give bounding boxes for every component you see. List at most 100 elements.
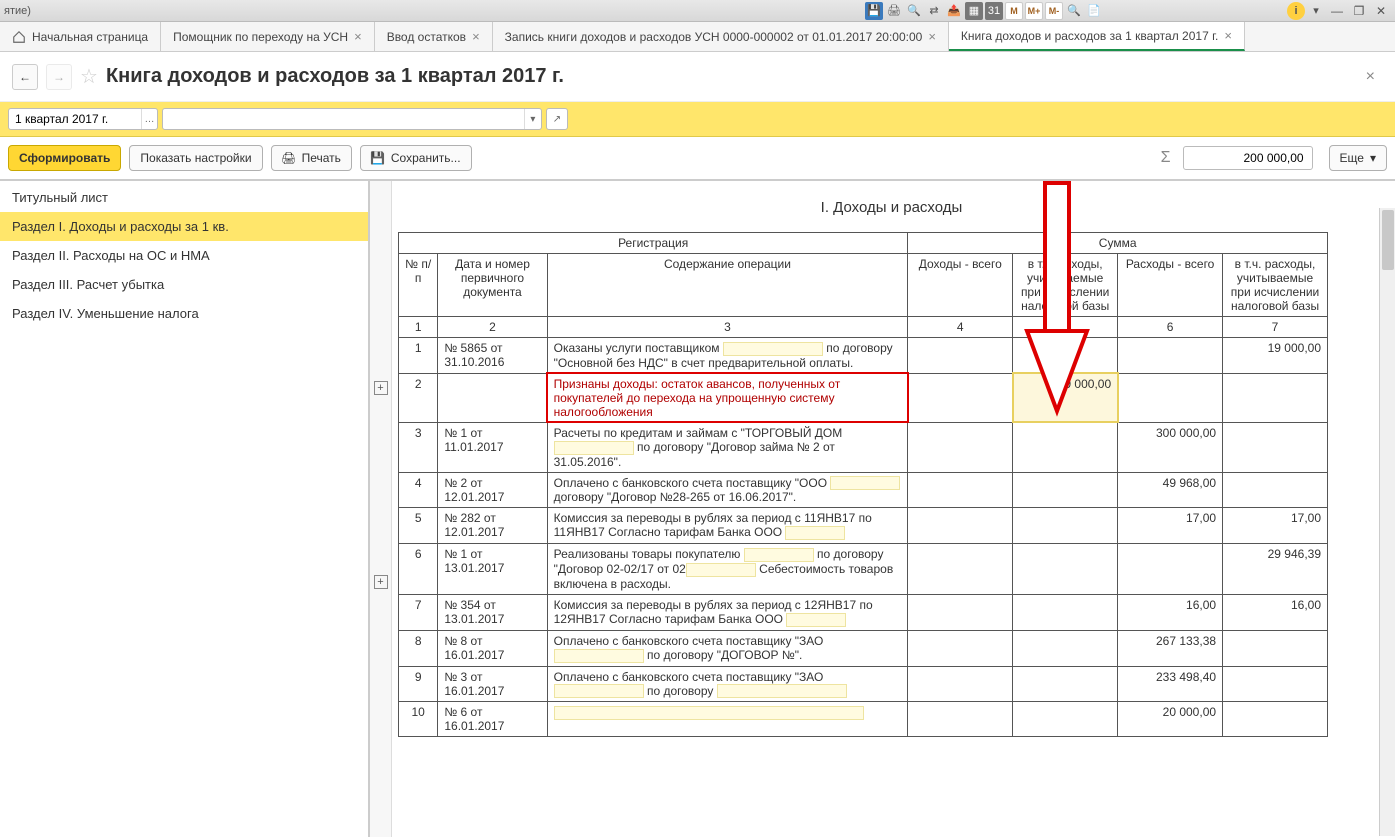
- memory-m-icon[interactable]: M: [1005, 2, 1023, 20]
- org-open-button[interactable]: ↗: [546, 108, 568, 130]
- close-icon[interactable]: ×: [928, 29, 936, 44]
- cell-income-total: [908, 702, 1013, 737]
- header-no: № п/п: [399, 254, 438, 317]
- scrollbar-thumb[interactable]: [1382, 210, 1394, 270]
- tab-usn-helper[interactable]: Помощник по переходу на УСН ×: [161, 22, 375, 51]
- table-row[interactable]: 1№ 5865 от 31.10.2016Оказаны услуги пост…: [399, 338, 1328, 374]
- table-row[interactable]: 3№ 1 от 11.01.2017Расчеты по кредитам и …: [399, 422, 1328, 472]
- cell-doc: № 354 от 13.01.2017: [438, 594, 547, 630]
- cell-income-tax: [1013, 508, 1118, 544]
- action-bar: Сформировать Показать настройки 🖨Печать …: [0, 137, 1395, 181]
- memory-mplus-icon[interactable]: M+: [1025, 2, 1043, 20]
- cell-income-total: [908, 472, 1013, 508]
- close-icon[interactable]: ×: [472, 29, 480, 44]
- colnum: 2: [438, 317, 547, 338]
- dropdown-icon[interactable]: ▾: [1307, 2, 1325, 20]
- cell-income-tax: [1013, 630, 1118, 666]
- minimize-button[interactable]: —: [1327, 3, 1347, 19]
- vertical-scrollbar[interactable]: [1379, 208, 1395, 836]
- header-amount: Сумма: [908, 233, 1328, 254]
- expand-toggle[interactable]: +: [374, 381, 388, 395]
- cell-desc: Реализованы товары покупателю по договор…: [547, 544, 908, 595]
- sum-field[interactable]: [1183, 146, 1313, 170]
- sidebar-item-label: Титульный лист: [12, 190, 108, 205]
- info-icon[interactable]: i: [1287, 2, 1305, 20]
- cell-no: 7: [399, 594, 438, 630]
- window-titlebar: ятие) 💾 🖨 🔍 ⇄ 📤 ▦ 31 M M+ M- 🔍 📄 i ▾ — ❐…: [0, 0, 1395, 22]
- sidebar-item-section3[interactable]: Раздел III. Расчет убытка: [0, 270, 368, 299]
- compare-icon[interactable]: ⇄: [925, 2, 943, 20]
- table-row[interactable]: 9№ 3 от 16.01.2017Оплачено с банковского…: [399, 666, 1328, 702]
- period-selector[interactable]: …: [8, 108, 158, 130]
- chevron-down-icon[interactable]: ▾: [524, 109, 541, 129]
- cell-doc: № 5865 от 31.10.2016: [438, 338, 547, 374]
- page-header: ← → ☆ Книга доходов и расходов за 1 квар…: [0, 52, 1395, 102]
- cell-doc: № 3 от 16.01.2017: [438, 666, 547, 702]
- cell-income-total: [908, 422, 1013, 472]
- printer-icon: 🖨: [282, 151, 296, 165]
- cell-income-total: [908, 594, 1013, 630]
- sidebar-item-label: Раздел II. Расходы на ОС и НМА: [12, 248, 210, 263]
- header-registration: Регистрация: [399, 233, 908, 254]
- cell-desc: Признаны доходы: остаток авансов, получе…: [547, 373, 908, 422]
- cell-expense-total: 20 000,00: [1118, 702, 1223, 737]
- org-selector[interactable]: ▾: [162, 108, 542, 130]
- show-settings-button[interactable]: Показать настройки: [129, 145, 262, 171]
- table-row[interactable]: 10№ 6 от 16.01.201720 000,00: [399, 702, 1328, 737]
- table-row[interactable]: 4№ 2 от 12.01.2017Оплачено с банковского…: [399, 472, 1328, 508]
- cell-no: 8: [399, 630, 438, 666]
- cell-income-tax: [1013, 702, 1118, 737]
- tab-balances[interactable]: Ввод остатков ×: [375, 22, 493, 51]
- table-row[interactable]: 6№ 1 от 13.01.2017Реализованы товары пок…: [399, 544, 1328, 595]
- export-icon[interactable]: 📤: [945, 2, 963, 20]
- maximize-button[interactable]: ❐: [1349, 3, 1369, 19]
- zoom-in-icon[interactable]: 🔍: [1065, 2, 1083, 20]
- close-window-button[interactable]: ✕: [1371, 3, 1391, 19]
- cell-expense-total: 267 133,38: [1118, 630, 1223, 666]
- tab-home[interactable]: Начальная страница: [0, 22, 161, 51]
- tab-record[interactable]: Запись книги доходов и расходов УСН 0000…: [493, 22, 949, 51]
- page-close-button[interactable]: ×: [1358, 64, 1383, 90]
- nav-forward-button[interactable]: →: [46, 64, 72, 90]
- table-row[interactable]: 8№ 8 от 16.01.2017Оплачено с банковского…: [399, 630, 1328, 666]
- preview-icon[interactable]: 🔍: [905, 2, 923, 20]
- table-row[interactable]: 5№ 282 от 12.01.2017Комиссия за переводы…: [399, 508, 1328, 544]
- calendar-icon[interactable]: 31: [985, 2, 1003, 20]
- period-input[interactable]: [9, 112, 141, 126]
- cell-desc: Оплачено с банковского счета поставщику …: [547, 630, 908, 666]
- cell-no: 4: [399, 472, 438, 508]
- period-picker-button[interactable]: …: [141, 109, 157, 129]
- save-icon[interactable]: 💾: [865, 2, 883, 20]
- sidebar-item-section4[interactable]: Раздел IV. Уменьшение налога: [0, 299, 368, 328]
- more-button[interactable]: Еще ▾: [1329, 145, 1387, 171]
- cell-no: 3: [399, 422, 438, 472]
- sidebar-item-section1[interactable]: Раздел I. Доходы и расходы за 1 кв.: [0, 212, 368, 241]
- cell-doc: № 8 от 16.01.2017: [438, 630, 547, 666]
- expand-toggle[interactable]: +: [374, 575, 388, 589]
- table-row[interactable]: 2Признаны доходы: остаток авансов, получ…: [399, 373, 1328, 422]
- print-icon[interactable]: 🖨: [885, 2, 903, 20]
- cell-income-tax: [1013, 544, 1118, 595]
- close-icon[interactable]: ×: [1224, 28, 1232, 43]
- cell-income-total: [908, 666, 1013, 702]
- cell-expense-tax: 19 000,00: [1223, 338, 1328, 374]
- favorite-star-icon[interactable]: ☆: [80, 64, 98, 89]
- cell-expense-tax: [1223, 422, 1328, 472]
- save-button[interactable]: 💾Сохранить...: [360, 145, 472, 171]
- org-input[interactable]: [163, 112, 524, 126]
- sidebar-item-title-page[interactable]: Титульный лист: [0, 183, 368, 212]
- cell-expense-tax: 16,00: [1223, 594, 1328, 630]
- report-area[interactable]: I. Доходы и расходы Регистрация Сумма № …: [392, 181, 1395, 837]
- attach-icon[interactable]: 📄: [1085, 2, 1103, 20]
- close-icon[interactable]: ×: [354, 29, 362, 44]
- memory-mminus-icon[interactable]: M-: [1045, 2, 1063, 20]
- tab-book[interactable]: Книга доходов и расходов за 1 квартал 20…: [949, 22, 1245, 51]
- sidebar-item-section2[interactable]: Раздел II. Расходы на ОС и НМА: [0, 241, 368, 270]
- calc-icon[interactable]: ▦: [965, 2, 983, 20]
- sidebar-item-label: Раздел IV. Уменьшение налога: [12, 306, 199, 321]
- generate-button[interactable]: Сформировать: [8, 145, 121, 171]
- table-row[interactable]: 7№ 354 от 13.01.2017Комиссия за переводы…: [399, 594, 1328, 630]
- print-button[interactable]: 🖨Печать: [271, 145, 352, 171]
- header-expense-total: Расходы - всего: [1118, 254, 1223, 317]
- nav-back-button[interactable]: ←: [12, 64, 38, 90]
